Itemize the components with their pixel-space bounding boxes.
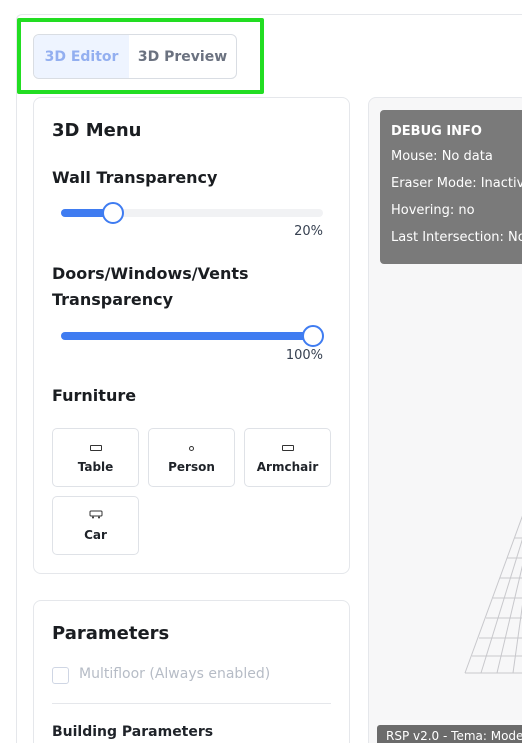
car-icon [89, 509, 103, 523]
menu-title: 3D Menu [52, 120, 142, 141]
debug-last-intersection: Last Intersection: None [391, 230, 522, 245]
tab-3d-preview[interactable]: 3D Preview [129, 35, 236, 78]
furniture-car-button[interactable]: Car [52, 496, 139, 555]
parameters-divider [52, 703, 331, 704]
furniture-person-label: Person [168, 460, 215, 474]
furniture-car-label: Car [84, 528, 107, 542]
furniture-person-button[interactable]: Person [148, 428, 235, 487]
debug-info-panel: DEBUG INFO Mouse: No data Eraser Mode: I… [380, 110, 522, 264]
menu-panel: 3D Menu Wall Transparency 20% Doors/Wind… [33, 97, 350, 574]
wall-transparency-thumb[interactable] [102, 202, 125, 224]
multifloor-checkbox[interactable] [52, 667, 69, 684]
furniture-label: Furniture [52, 386, 137, 405]
view-tab-group: 3D Editor 3D Preview [33, 34, 237, 79]
multifloor-label: Multifloor (Always enabled) [79, 666, 271, 682]
tab-3d-editor[interactable]: 3D Editor [34, 35, 129, 78]
status-bar: RSP v2.0 - Tema: Modern [377, 725, 522, 743]
openings-transparency-thumb[interactable] [302, 325, 324, 347]
3d-viewport[interactable]: DEBUG INFO Mouse: No data Eraser Mode: I… [368, 97, 522, 743]
parameters-panel: Parameters Multifloor (Always enabled) B… [33, 600, 350, 743]
wall-transparency-label: Wall Transparency [52, 168, 218, 187]
debug-mouse: Mouse: No data [391, 149, 493, 164]
wall-transparency-slider[interactable] [61, 202, 323, 224]
debug-title: DEBUG INFO [391, 124, 482, 139]
furniture-armchair-label: Armchair [256, 460, 319, 474]
parameters-title: Parameters [52, 623, 170, 644]
openings-transparency-label: Doors/Windows/Vents Transparency [52, 264, 249, 309]
debug-hovering: Hovering: no [391, 203, 475, 218]
armchair-icon [281, 441, 294, 455]
building-parameters-label: Building Parameters [52, 724, 214, 740]
wall-transparency-value: 20% [294, 224, 323, 239]
debug-eraser-mode: Eraser Mode: Inactive [391, 176, 522, 191]
openings-transparency-slider[interactable] [61, 325, 324, 347]
furniture-armchair-button[interactable]: Armchair [244, 428, 331, 487]
table-icon [89, 441, 102, 455]
openings-transparency-fill [61, 332, 313, 340]
openings-transparency-value: 100% [285, 348, 323, 363]
furniture-table-button[interactable]: Table [52, 428, 139, 487]
furniture-table-label: Table [77, 460, 114, 474]
floor-grid [464, 515, 522, 674]
person-icon [189, 441, 194, 455]
